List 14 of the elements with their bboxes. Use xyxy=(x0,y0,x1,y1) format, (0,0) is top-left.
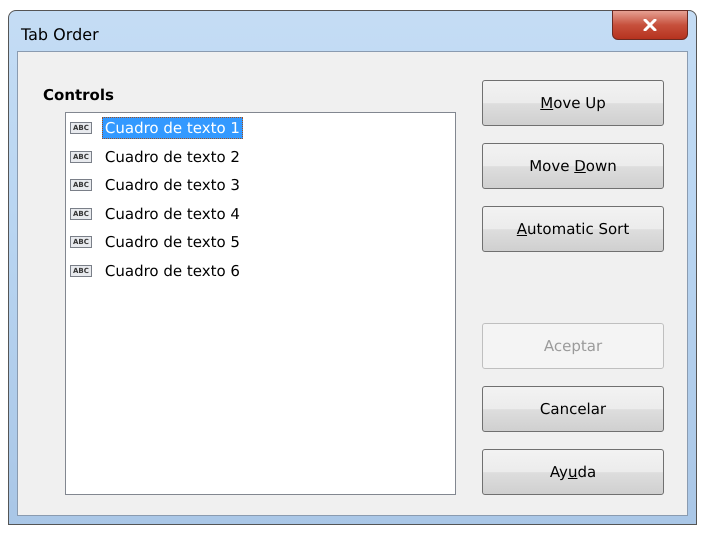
dialog-button[interactable]: Move Down xyxy=(482,143,664,189)
close-icon xyxy=(643,19,657,31)
dialog-button[interactable]: Automatic Sort xyxy=(482,206,664,252)
list-item[interactable]: Cuadro de texto 6 xyxy=(102,260,243,282)
dialog-button[interactable]: Ayuda xyxy=(482,449,664,495)
dialog-button[interactable]: Cancelar xyxy=(482,386,664,432)
list-item[interactable]: Cuadro de texto 4 xyxy=(102,202,243,225)
dialog-button[interactable]: Move Up xyxy=(482,80,664,126)
list-item[interactable]: Cuadro de texto 5 xyxy=(102,231,243,254)
list-item[interactable]: Cuadro de texto 3 xyxy=(102,174,243,196)
list-item[interactable]: Cuadro de texto 2 xyxy=(102,146,243,168)
close-button[interactable] xyxy=(612,10,688,40)
window-title: Tab Order xyxy=(21,25,99,44)
controls-label: Controls xyxy=(43,86,115,104)
